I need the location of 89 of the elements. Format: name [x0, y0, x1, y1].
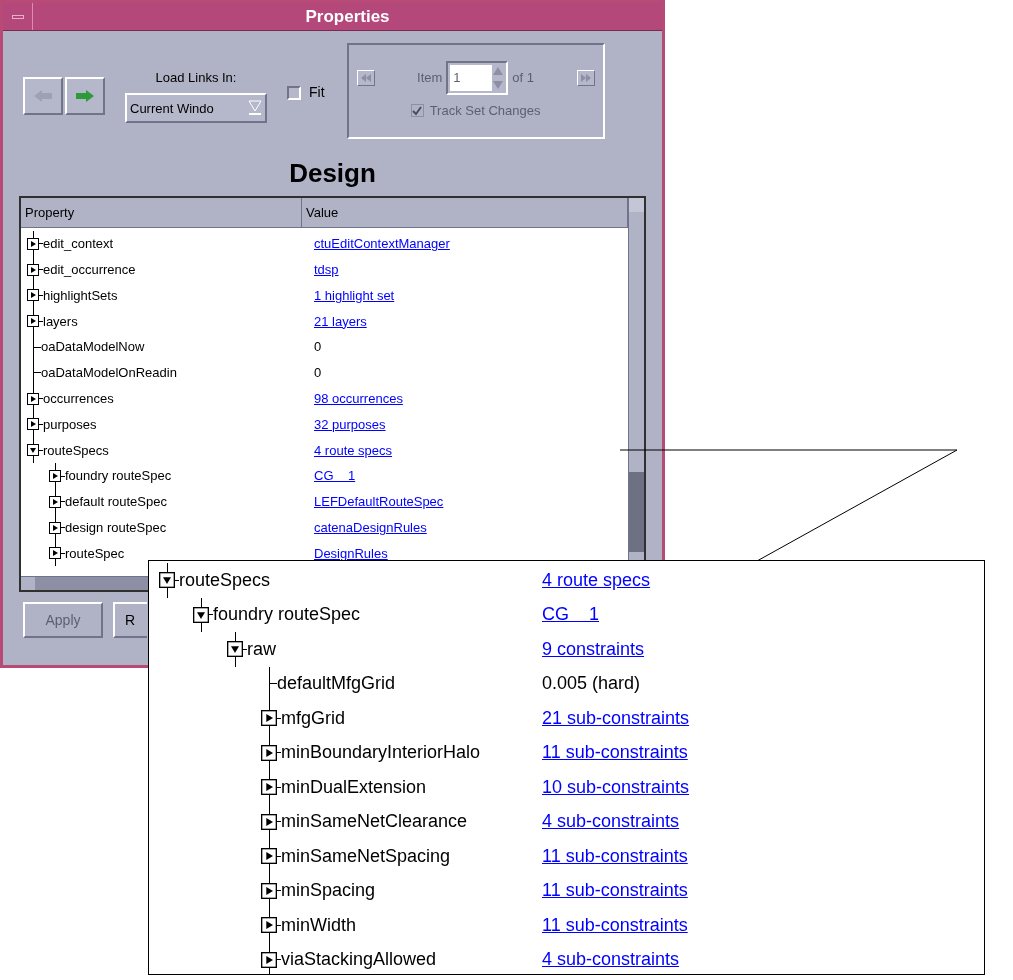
expand-icon[interactable] [261, 917, 277, 934]
value-link[interactable]: 11 sub-constraints [542, 739, 688, 767]
load-links-dropdown[interactable]: Current Windo [125, 93, 267, 124]
expand-icon[interactable] [49, 547, 61, 560]
fit-checkbox[interactable] [287, 85, 301, 100]
value-link[interactable]: ctuEditContextManager [314, 234, 450, 254]
track-changes-label: Track Set Changes [429, 101, 541, 120]
property-name: edit_occurrence [43, 260, 136, 279]
collapse-icon[interactable] [193, 606, 209, 623]
expand-icon[interactable] [27, 237, 39, 250]
value-link[interactable]: 11 sub-constraints [542, 911, 688, 939]
value-link[interactable]: DesignRules [314, 543, 388, 564]
property-name: occurrences [43, 389, 114, 408]
property-name: routeSpecs [179, 568, 271, 592]
expand-icon[interactable] [261, 710, 277, 727]
property-name: routeSpecs [43, 441, 109, 460]
column-header[interactable]: Property [21, 198, 302, 227]
expand-icon[interactable] [49, 521, 61, 534]
expand-icon[interactable] [27, 289, 39, 302]
property-name: minSpacing [281, 879, 376, 903]
value-link[interactable]: 4 sub-constraints [542, 946, 680, 974]
value-link[interactable]: CG 1 [314, 466, 356, 486]
vertical-scrollbar[interactable] [629, 198, 644, 552]
property-name: default routeSpec [65, 493, 167, 512]
dialog-button[interactable]: R [113, 602, 147, 638]
value-link[interactable]: LEFDefaultRouteSpec [314, 492, 444, 512]
design-heading: Design [288, 157, 377, 190]
value-link[interactable]: tdsp [314, 259, 339, 280]
value-link[interactable]: 21 sub-constraints [542, 704, 690, 732]
value-link[interactable]: 9 constraints [542, 635, 645, 663]
expand-icon[interactable] [261, 882, 277, 899]
value-link[interactable]: CG 1 [542, 601, 599, 629]
value-link[interactable]: 11 sub-constraints [542, 877, 688, 905]
property-name: minBoundaryInteriorHalo [281, 741, 481, 765]
property-name: highlightSets [43, 286, 118, 305]
item-count: of 1 [512, 69, 535, 87]
property-name: layers [43, 312, 78, 331]
double-left-arrow-icon [360, 73, 371, 82]
value-link[interactable]: 1 highlight set [314, 285, 395, 306]
value-link[interactable]: 4 route specs [314, 440, 393, 460]
expand-icon[interactable] [27, 392, 39, 405]
property-name: foundry routeSpec [213, 603, 361, 627]
property-name: defaultMfgGrid [277, 672, 396, 696]
property-name: minWidth [281, 913, 356, 937]
property-name: foundry routeSpec [65, 467, 172, 486]
property-name: oaDataModelOnReadin [41, 364, 177, 383]
forward-button[interactable] [65, 76, 105, 115]
expand-icon[interactable] [49, 495, 61, 508]
expand-icon[interactable] [27, 418, 39, 431]
collapse-icon[interactable] [227, 641, 243, 658]
property-name: purposes [43, 415, 97, 434]
expand-icon[interactable] [49, 470, 61, 483]
property-name: design routeSpec [65, 518, 167, 537]
property-name: oaDataModelNow [41, 338, 145, 357]
value-link[interactable]: catenaDesignRules [314, 517, 427, 538]
value-link[interactable]: 4 sub-constraints [542, 808, 680, 836]
value-link[interactable]: 21 layers [314, 311, 367, 332]
collapse-icon[interactable] [27, 444, 39, 457]
property-name: minDualExtension [281, 775, 427, 799]
window-title: Properties [304, 5, 391, 28]
property-name: routeSpec [65, 544, 125, 563]
load-links-label: Load Links In: [155, 68, 237, 87]
double-right-arrow-icon [580, 73, 591, 82]
expand-icon[interactable] [27, 315, 39, 328]
item-label: Item [417, 69, 443, 87]
value-link[interactable]: 4 route specs [542, 566, 651, 594]
collapse-icon[interactable] [159, 572, 175, 589]
property-name: raw [247, 637, 276, 661]
property-name: viaStackingAllowed [281, 948, 437, 972]
expand-icon[interactable] [261, 951, 277, 968]
value-link[interactable]: 98 occurrences [314, 388, 403, 409]
expand-icon[interactable] [261, 848, 277, 865]
dropdown-arrow-icon [248, 100, 262, 117]
value-link[interactable]: 11 sub-constraints [542, 842, 688, 870]
property-name: edit_context [43, 235, 114, 254]
expand-icon[interactable] [261, 744, 277, 761]
fit-label: Fit [309, 83, 325, 102]
expand-icon[interactable] [261, 779, 277, 796]
property-value: 0.005 (hard) [542, 672, 641, 696]
property-value: 0 [314, 364, 322, 383]
expand-icon[interactable] [261, 813, 277, 830]
property-name: mfgGrid [281, 706, 345, 730]
right-arrow-icon [76, 89, 94, 102]
expand-icon[interactable] [27, 263, 39, 276]
value-link[interactable]: 10 sub-constraints [542, 773, 690, 801]
property-name: minSameNetClearance [281, 810, 468, 834]
property-value: 0 [314, 338, 322, 357]
property-name: minSameNetSpacing [281, 844, 451, 868]
value-link[interactable]: 32 purposes [314, 414, 386, 435]
